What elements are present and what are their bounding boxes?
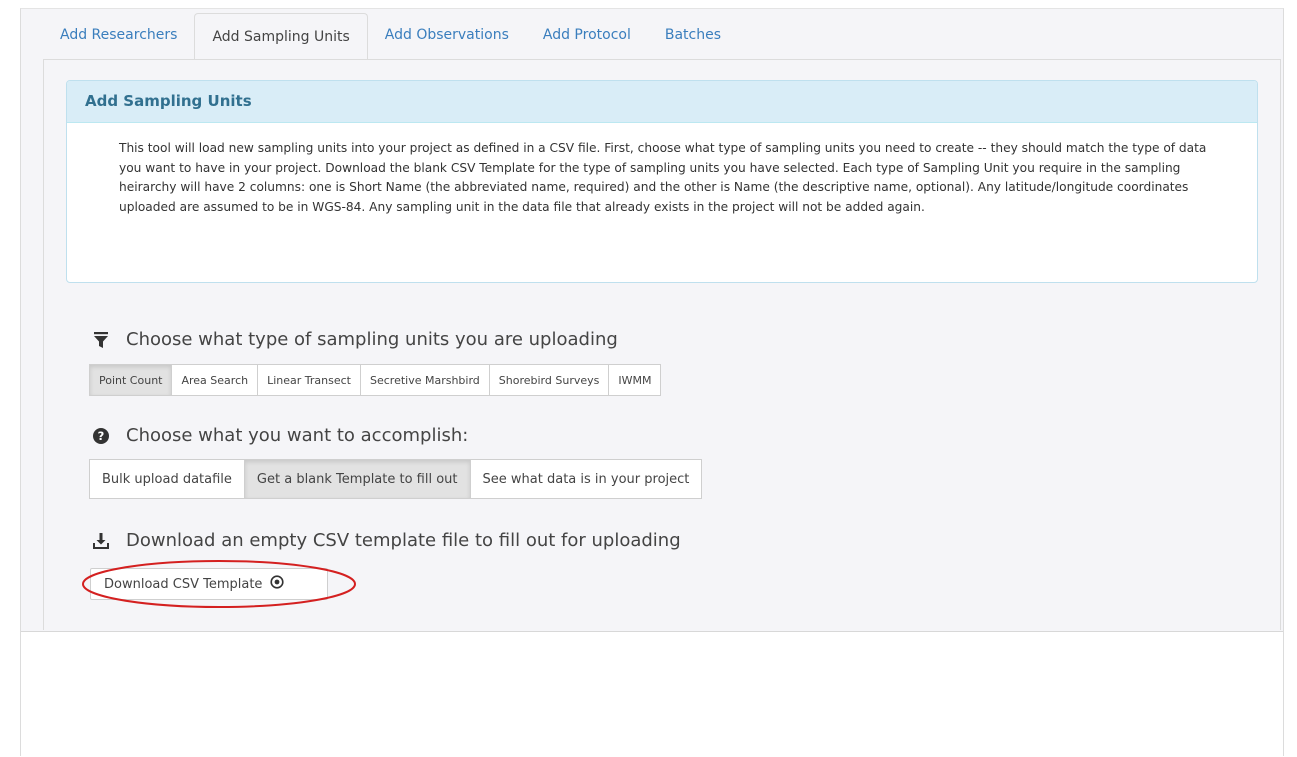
accomplish-label: Choose what you want to accomplish: (126, 425, 469, 446)
filter-icon (92, 331, 110, 349)
accomplish-button-group: Bulk upload datafile Get a blank Templat… (89, 459, 703, 499)
download-icon (92, 532, 110, 550)
info-panel: Add Sampling Units This tool will load n… (66, 80, 1258, 283)
unit-type-area-search-button[interactable]: Area Search (171, 364, 259, 396)
download-heading: Download an empty CSV template file to f… (92, 530, 681, 551)
download-label: Download an empty CSV template file to f… (126, 530, 681, 551)
unit-type-button-group: Point Count Area Search Linear Transect … (89, 364, 662, 396)
unit-type-iwmm-button[interactable]: IWMM (608, 364, 662, 396)
svg-text:?: ? (98, 429, 105, 443)
unit-type-heading: Choose what type of sampling units you a… (92, 329, 618, 350)
tab-add-protocol[interactable]: Add Protocol (526, 12, 648, 59)
bulk-upload-button[interactable]: Bulk upload datafile (89, 459, 245, 499)
annotation-ellipse (82, 560, 356, 608)
unit-type-secretive-marshbird-button[interactable]: Secretive Marshbird (359, 364, 490, 396)
unit-type-linear-transect-button[interactable]: Linear Transect (257, 364, 361, 396)
accomplish-heading: ? Choose what you want to accomplish: (92, 425, 468, 446)
blank-area (21, 631, 1283, 757)
tab-add-researchers[interactable]: Add Researchers (43, 12, 194, 59)
unit-type-label: Choose what type of sampling units you a… (126, 329, 618, 350)
tab-add-observations[interactable]: Add Observations (368, 12, 526, 59)
panel-description: This tool will load new sampling units i… (119, 141, 1207, 214)
question-circle-icon: ? (92, 427, 110, 445)
tab-content: Add Sampling Units This tool will load n… (43, 59, 1281, 630)
unit-type-point-count-button[interactable]: Point Count (89, 364, 173, 396)
unit-type-shorebird-surveys-button[interactable]: Shorebird Surveys (488, 364, 610, 396)
blank-template-button[interactable]: Get a blank Template to fill out (243, 459, 471, 499)
tab-batches[interactable]: Batches (648, 12, 738, 59)
panel-title: Add Sampling Units (67, 81, 1257, 123)
page-frame: Add Researchers Add Sampling Units Add O… (20, 8, 1284, 757)
tab-bar: Add Researchers Add Sampling Units Add O… (43, 12, 738, 62)
see-project-data-button[interactable]: See what data is in your project (469, 459, 703, 499)
tab-add-sampling-units[interactable]: Add Sampling Units (194, 13, 368, 62)
